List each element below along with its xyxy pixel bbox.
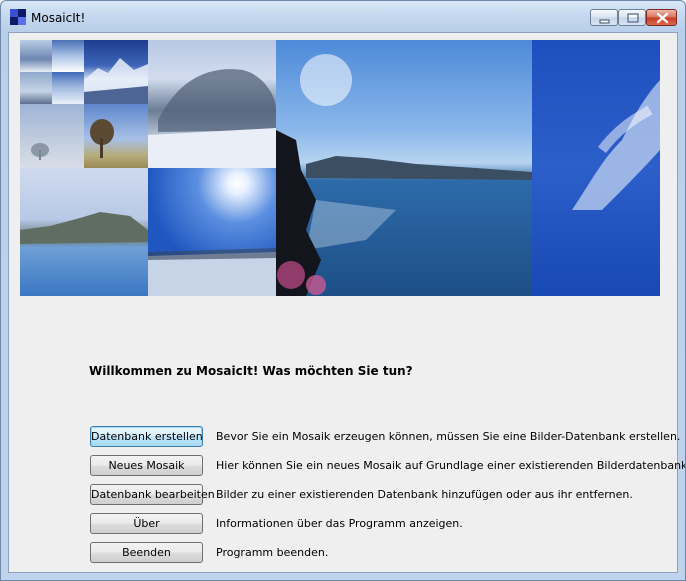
mosaic-tile [276, 40, 532, 296]
close-button[interactable] [646, 9, 677, 26]
about-button[interactable]: Über [90, 513, 203, 534]
minimize-icon [599, 19, 610, 24]
new-mosaic-button[interactable]: Neues Mosaik [90, 455, 203, 476]
client-area: Willkommen zu MosaicIt! Was möchten Sie … [8, 32, 685, 573]
mosaic-tile [52, 40, 84, 72]
maximize-button[interactable] [618, 9, 646, 26]
close-icon [656, 12, 669, 24]
new-mosaic-description: Hier können Sie ein neues Mosaik auf Gru… [216, 459, 686, 472]
edit-database-button[interactable]: Datenbank bearbeiten [90, 484, 215, 505]
mosaic-tile [532, 40, 660, 296]
mosaic-tile [52, 72, 84, 104]
welcome-heading: Willkommen zu MosaicIt! Was möchten Sie … [89, 364, 413, 378]
minimize-button[interactable] [590, 9, 618, 26]
mosaic-tile [148, 168, 276, 296]
mosaic-banner-image [20, 40, 660, 296]
mosaic-tile [20, 72, 52, 104]
mosaic-tile [84, 40, 148, 104]
maximize-icon [627, 13, 639, 23]
mosaic-tile [84, 104, 148, 168]
edit-database-description: Bilder zu einer existierenden Datenbank … [216, 488, 633, 501]
app-window: MosaicIt! Willkommen zu MosaicIt! Was mö… [0, 0, 686, 581]
create-database-button[interactable]: Datenbank erstellen [90, 426, 203, 447]
mosaic-tile [148, 40, 276, 168]
exit-description: Programm beenden. [216, 546, 329, 559]
window-title: MosaicIt! [31, 11, 86, 25]
mosaic-tile [20, 40, 52, 72]
title-bar[interactable]: MosaicIt! [1, 1, 685, 33]
create-database-description: Bevor Sie ein Mosaik erzeugen können, mü… [216, 430, 681, 443]
about-description: Informationen über das Programm anzeigen… [216, 517, 463, 530]
app-icon[interactable] [10, 9, 26, 25]
mosaic-tile [20, 168, 148, 296]
exit-button[interactable]: Beenden [90, 542, 203, 563]
mosaic-tile [20, 104, 84, 168]
